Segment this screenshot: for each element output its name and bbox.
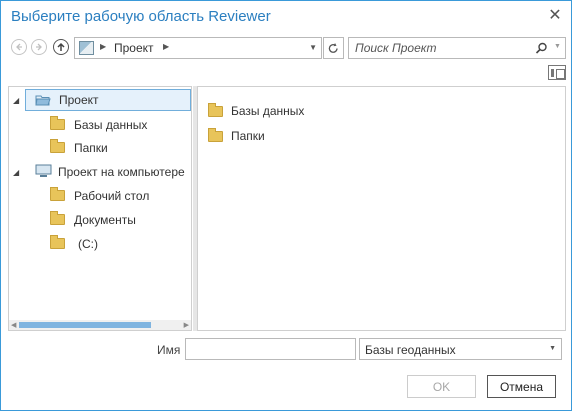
list-item-folders[interactable]: Папки: [208, 126, 265, 146]
tree-item-drive-c[interactable]: (C:): [49, 233, 189, 255]
tree-item-documents[interactable]: Документы: [49, 209, 189, 231]
computer-icon: [35, 164, 52, 182]
refresh-button[interactable]: [323, 37, 344, 59]
chevron-down-icon[interactable]: ▼: [309, 43, 317, 52]
back-button[interactable]: [11, 39, 27, 55]
folder-icon: [50, 211, 65, 225]
breadcrumb-separator-icon[interactable]: ▶: [100, 42, 106, 51]
up-button[interactable]: [53, 39, 69, 55]
close-icon: ✕: [548, 7, 562, 24]
databases-folder-icon: [208, 102, 223, 117]
list-item-databases[interactable]: Базы данных: [208, 101, 304, 121]
name-label: Имя: [157, 343, 181, 357]
scrollbar-thumb[interactable]: [19, 322, 151, 328]
search-input[interactable]: Поиск Проект ▼: [348, 37, 566, 59]
scroll-right-icon[interactable]: ▶: [184, 321, 189, 329]
view-toggle-button[interactable]: [548, 65, 566, 80]
arrow-up-icon: [57, 42, 65, 51]
forward-button[interactable]: [31, 39, 47, 55]
cancel-button[interactable]: Отмена: [487, 375, 556, 398]
list-item-label: Папки: [231, 129, 265, 143]
tree-item-label: Проект на компьютере: [58, 165, 185, 179]
folder-icon: [50, 235, 65, 249]
tree-item-desktop[interactable]: Рабочий стол: [49, 185, 189, 207]
search-placeholder: Поиск Проект: [355, 41, 437, 55]
dialog-window: Выберите рабочую область Reviewer ✕ ▶ Пр…: [0, 0, 572, 411]
tree-item-project[interactable]: Проект: [25, 89, 191, 111]
horizontal-scrollbar[interactable]: ◀ ▶: [9, 320, 191, 330]
path-breadcrumb[interactable]: ▶ Проект ▶ ▼: [74, 37, 322, 59]
content-list: Базы данных Папки: [197, 86, 566, 331]
folder-icon: [50, 187, 65, 201]
list-item-label: Базы данных: [231, 104, 305, 118]
folders-folder-icon: [208, 127, 223, 142]
search-icon[interactable]: [535, 42, 548, 55]
name-field[interactable]: [185, 338, 356, 360]
tree-item-folders[interactable]: Папки: [49, 137, 189, 159]
tree-item-label: Базы данных: [74, 118, 148, 132]
tree-item-label: Папки: [74, 141, 108, 155]
tree-item-label: (C:): [78, 237, 98, 251]
tree-item-label: Проект: [59, 93, 99, 107]
databases-folder-icon: [50, 116, 65, 130]
tree-item-label: Рабочий стол: [74, 189, 150, 203]
chevron-down-icon[interactable]: ▼: [554, 43, 561, 50]
refresh-icon: [328, 42, 338, 53]
chevron-down-icon[interactable]: ▼: [549, 345, 556, 352]
breadcrumb-project[interactable]: Проект: [114, 41, 154, 55]
close-button[interactable]: ✕: [545, 6, 565, 26]
tree-item-databases[interactable]: Базы данных: [49, 114, 189, 136]
navigation-tree: Проект ◢ Базы данных Папки ◢ Проект на к…: [8, 86, 192, 331]
arrow-left-icon: [16, 43, 22, 51]
dialog-title: Выберите рабочую область Reviewer: [11, 8, 271, 25]
collapse-icon[interactable]: ◢: [13, 96, 19, 105]
type-select[interactable]: Базы геоданных ▼: [359, 338, 562, 360]
collapse-icon[interactable]: ◢: [13, 168, 19, 177]
ok-button[interactable]: OK: [407, 375, 476, 398]
type-select-value: Базы геоданных: [365, 343, 456, 357]
breadcrumb-separator-icon[interactable]: ▶: [163, 42, 169, 51]
tree-item-label: Документы: [74, 213, 136, 227]
project-folder-icon: [35, 93, 51, 110]
arrow-right-icon: [36, 43, 42, 51]
tree-item-computer[interactable]: Проект на компьютере: [33, 161, 191, 183]
scroll-left-icon[interactable]: ◀: [11, 321, 16, 329]
project-icon: [79, 41, 94, 55]
folders-folder-icon: [50, 139, 65, 153]
